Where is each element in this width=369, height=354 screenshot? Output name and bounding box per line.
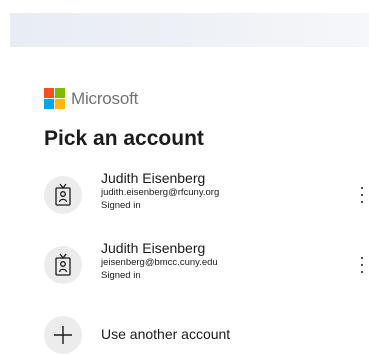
account-picker-page: Microsoft Pick an account Judith Eisenbe… — [0, 0, 369, 354]
more-options-icon[interactable] — [355, 184, 369, 206]
plus-icon — [44, 316, 82, 354]
account-status: Signed in — [101, 200, 141, 211]
account-option[interactable]: Judith Eisenberg jeisenberg@bmcc.cuny.ed… — [44, 240, 369, 296]
account-option[interactable]: Judith Eisenberg judith.eisenberg@rfcuny… — [44, 170, 369, 226]
header-strip — [10, 13, 369, 47]
person-badge-icon — [44, 176, 82, 214]
use-another-account-label: Use another account — [101, 326, 231, 342]
more-options-icon[interactable] — [355, 254, 369, 276]
account-email: jeisenberg@bmcc.cuny.edu — [101, 257, 218, 268]
brand-name: Microsoft — [71, 88, 139, 108]
account-status: Signed in — [101, 270, 141, 281]
account-details: Judith Eisenberg jeisenberg@bmcc.cuny.ed… — [101, 240, 218, 282]
account-email: judith.eisenberg@rfcuny.org — [101, 187, 220, 198]
account-name: Judith Eisenberg — [101, 170, 206, 186]
account-name: Judith Eisenberg — [101, 240, 206, 256]
microsoft-logo: Microsoft — [44, 88, 138, 109]
person-badge-icon — [44, 246, 82, 284]
use-another-account-button[interactable]: Use another account — [44, 314, 369, 354]
page-title: Pick an account — [44, 127, 204, 150]
microsoft-logo-icon — [44, 88, 65, 109]
account-details: Judith Eisenberg judith.eisenberg@rfcuny… — [101, 170, 219, 212]
